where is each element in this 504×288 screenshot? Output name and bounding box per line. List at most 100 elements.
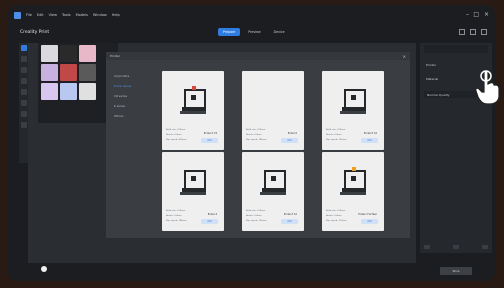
rotate-tool-icon[interactable] xyxy=(20,67,27,73)
spec: Build size: 220mm xyxy=(166,129,186,131)
printer-card[interactable]: Build size: 220mm Nozzle: 0.4mm Max spee… xyxy=(322,71,384,150)
model-thumb-4[interactable] xyxy=(41,64,58,81)
spec: Max speed: 150mm xyxy=(246,220,267,222)
spec: Nozzle: 0.4mm xyxy=(166,215,182,217)
spec: Build size: 220mm xyxy=(166,210,186,212)
category-all[interactable]: All printers xyxy=(114,74,152,78)
spec: Max speed: 120mm xyxy=(326,220,347,222)
app-title: Creality Print xyxy=(20,30,50,35)
panel-footer xyxy=(424,245,488,249)
spec: Max speed: 600mm xyxy=(166,139,187,141)
left-toolbar xyxy=(19,43,28,163)
spec: Nozzle: 0.4mm xyxy=(326,134,342,136)
printer-selection-dialog: Printer × All printers Ender series CR s… xyxy=(106,52,410,238)
model-thumb-3[interactable] xyxy=(79,45,96,62)
export-icon[interactable] xyxy=(481,29,487,35)
tab-prepare[interactable]: Prepare xyxy=(218,28,241,36)
printer-image xyxy=(326,155,380,207)
printer-name: Ender-3 V3 xyxy=(203,132,217,135)
app-logo-icon xyxy=(14,11,21,19)
printer-name: Ender-3 S1 xyxy=(283,213,297,216)
spec: Nozzle: 0.4mm xyxy=(246,215,262,217)
printer-category-list: All printers Ender series CR series K se… xyxy=(114,74,152,124)
spec: Max speed: 250mm xyxy=(326,139,347,141)
close-window-button[interactable]: × xyxy=(484,11,489,18)
panel-header xyxy=(424,45,488,53)
settings-icon[interactable] xyxy=(459,29,465,35)
printer-name: Ender-3 xyxy=(207,213,217,216)
add-printer-button[interactable]: Add xyxy=(281,138,298,143)
close-icon[interactable]: × xyxy=(403,54,406,59)
printer-name: Ender-5 S1 xyxy=(363,132,377,135)
model-thumb-9[interactable] xyxy=(79,83,96,100)
printer-image xyxy=(246,74,300,126)
menu-window[interactable]: Window xyxy=(93,13,107,17)
printer-image xyxy=(326,74,380,126)
printer-card[interactable]: Build size: 220mm Nozzle: 0.4mm Max spee… xyxy=(242,152,304,231)
printer-card[interactable]: Build size: 220mm Nozzle: 0.4mm Max spee… xyxy=(162,152,224,231)
add-printer-button[interactable]: Add xyxy=(201,219,218,224)
dialog-header: Printer × xyxy=(106,52,410,60)
support-tool-icon[interactable] xyxy=(20,100,27,106)
spec: Max speed: 180mm xyxy=(246,139,267,141)
model-thumb-6[interactable] xyxy=(79,64,96,81)
add-printer-button[interactable]: Add xyxy=(201,138,218,143)
printer-name: Ender-5 xyxy=(287,132,297,135)
printer-card[interactable]: Build size: 220mm Nozzle: 0.4mm Max spee… xyxy=(322,152,384,231)
model-thumb-8[interactable] xyxy=(60,83,77,100)
add-printer-button[interactable]: Add xyxy=(361,219,378,224)
spec: Max speed: 180mm xyxy=(166,220,187,222)
save-icon[interactable] xyxy=(470,29,476,35)
panel-button-3[interactable] xyxy=(482,245,488,249)
tab-preview[interactable]: Preview xyxy=(243,28,265,36)
model-thumb-5[interactable] xyxy=(60,64,77,81)
panel-button-2[interactable] xyxy=(453,245,459,249)
spec: Nozzle: 0.4mm xyxy=(326,215,342,217)
model-thumb-2[interactable] xyxy=(60,45,77,62)
panel-button-1[interactable] xyxy=(424,245,430,249)
category-cr[interactable]: CR series xyxy=(114,94,152,98)
spec: Build size: 220mm xyxy=(246,210,266,212)
paint-tool-icon[interactable] xyxy=(20,111,27,117)
printer-image xyxy=(246,155,300,207)
printer-image xyxy=(166,155,220,207)
menu-help[interactable]: Help xyxy=(112,13,120,17)
cut-tool-icon[interactable] xyxy=(20,89,27,95)
select-tool-icon[interactable] xyxy=(20,45,27,51)
spec: Build size: 220mm xyxy=(326,210,346,212)
move-tool-icon[interactable] xyxy=(20,56,27,62)
add-printer-button[interactable]: Add xyxy=(281,219,298,224)
menu-models[interactable]: Models xyxy=(76,13,88,17)
maximize-button[interactable]: □ xyxy=(473,11,479,18)
spec: Nozzle: 0.4mm xyxy=(166,134,182,136)
printer-accent xyxy=(192,86,196,90)
menu-view[interactable]: View xyxy=(49,13,57,17)
minimize-button[interactable]: – xyxy=(466,11,469,18)
spec: Build size: 220mm xyxy=(246,129,266,131)
hand-cursor-icon xyxy=(475,69,500,105)
spec: Nozzle: 0.4mm xyxy=(246,134,262,136)
model-thumb-1[interactable] xyxy=(41,45,58,62)
menu-file[interactable]: File xyxy=(26,13,32,17)
menu-edit[interactable]: Edit xyxy=(37,13,44,17)
add-printer-button[interactable]: Add xyxy=(361,138,378,143)
printer-card[interactable]: Build size: 220mm Nozzle: 0.4mm Max spee… xyxy=(242,71,304,150)
category-k[interactable]: K series xyxy=(114,104,152,108)
printer-card[interactable]: Build size: 220mm Nozzle: 0.4mm Max spee… xyxy=(162,71,224,150)
category-others[interactable]: Others xyxy=(114,114,152,118)
menubar: File Edit View Tools Models Window Help xyxy=(8,5,495,25)
model-thumb-7[interactable] xyxy=(41,83,58,100)
slice-button[interactable]: Slice xyxy=(440,267,472,275)
light-icon[interactable] xyxy=(41,266,47,272)
toolbar-icons xyxy=(459,29,487,35)
mode-tabs: Prepare Preview Device xyxy=(218,28,290,36)
scale-tool-icon[interactable] xyxy=(20,78,27,84)
measure-tool-icon[interactable] xyxy=(20,122,27,128)
printer-label: Printer xyxy=(426,63,436,67)
tab-device[interactable]: Device xyxy=(269,28,290,36)
spec: Build size: 220mm xyxy=(326,129,346,131)
dialog-title: Printer xyxy=(110,54,120,58)
menu-tools[interactable]: Tools xyxy=(62,13,71,17)
category-ender[interactable]: Ender series xyxy=(114,84,152,88)
printer-image xyxy=(166,74,220,126)
